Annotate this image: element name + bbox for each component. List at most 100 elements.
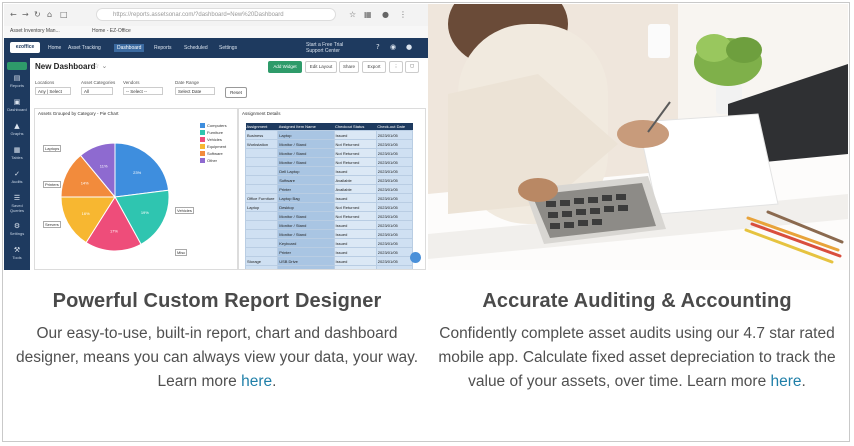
star-icon[interactable]: ☆ [349,10,356,20]
table-row[interactable]: Laptop Desktop Not Returned 2023/01/05 [244,202,414,212]
legend-item[interactable]: Computers [200,122,238,129]
table-row[interactable]: Monitor / Stand Not Returned 2023/01/05 [244,148,414,158]
bookmark-item[interactable]: Home - EZ-Office [92,28,131,34]
address-bar[interactable]: https://reports.assetsonar.com/?dashboar… [96,8,336,21]
table-cell: Monitor / Stand [277,139,335,149]
table-cell: Issued [333,238,377,248]
nav-tab[interactable]: Asset Tracking [68,44,101,52]
learn-more-link[interactable]: here [241,373,272,390]
chevron-down-icon[interactable]: ⌄ [102,62,108,70]
reload-icon[interactable]: ↻ [34,10,41,20]
learn-more-link[interactable]: here [771,373,802,390]
more-button[interactable]: ⋮ [389,61,403,73]
legend-swatch [200,158,205,163]
table-cell: Not Returned [333,148,377,158]
export-button[interactable]: Export [362,61,386,73]
help-icon[interactable]: ? [376,44,380,51]
sidebar-item[interactable]: ▲ Graphs [4,122,30,136]
table-row[interactable]: Business Laptop Issued 2023/01/05 [244,130,414,140]
table-row[interactable]: Monitor / Stand Issued 2023/01/05 [244,220,414,230]
nav-tab[interactable]: Scheduled [184,44,208,52]
favorite-icon[interactable]: ☆ [93,62,99,70]
column-header[interactable]: Checkout Status [334,123,377,131]
menu-icon[interactable]: ⋮ [399,10,407,20]
category-filter[interactable]: All [81,87,113,95]
forward-icon[interactable]: → [22,10,29,20]
table-cell: Issued [333,229,377,239]
app-logo[interactable]: ezoffice [10,42,40,53]
table-cell: Monitor / Stand [277,148,335,158]
table-cell: Monitor / Stand [277,229,335,239]
sidebar-item[interactable]: ⚙ Settings [4,222,30,236]
share-button[interactable]: Share [339,61,359,73]
photo-illustration [428,4,848,270]
date-filter[interactable]: Select Date [175,87,215,95]
table-cell: Not Returned [333,265,377,269]
edit-layout-button[interactable]: Edit Layout [305,61,337,73]
tab-icon[interactable]: □ [60,10,68,20]
nav-tab[interactable]: Home [48,44,61,52]
nav-tab[interactable]: Reports [154,44,172,52]
table-cell: Storage [244,256,279,266]
table-row[interactable]: Monitor / Stand Not Returned 2023/01/05 [244,211,414,221]
filter-label: Locations [35,80,55,85]
table-cell [244,238,279,248]
support-link[interactable]: Support Center [306,48,343,54]
table-row[interactable]: Printer Available 2023/01/05 [244,184,414,194]
table-row[interactable]: Software Available 2023/01/05 [244,175,414,185]
sidebar-item[interactable]: ▤ Reports [4,74,30,88]
slice-label: 11% [100,163,108,168]
feature-auditing: Accurate Auditing & Accounting Confident… [432,290,842,394]
sidebar-item[interactable]: ✓ Audits [4,170,30,184]
table-row[interactable]: Storage USB Drive Issued 2023/01/05 [244,256,414,266]
table-cell [244,184,279,194]
table-row[interactable]: Monitor / Stand Issued 2023/01/05 [244,229,414,239]
legend-item[interactable]: Software [200,150,238,157]
chat-button[interactable] [410,252,421,263]
nav-tab-active[interactable]: Dashboard [114,44,145,52]
table-row[interactable]: Monitor / Stand Not Returned 2023/01/05 [244,157,414,167]
nav-tab[interactable]: Settings [219,44,237,52]
vendor-filter[interactable]: -- Select -- [123,87,163,95]
legend-item[interactable]: Furniture [200,129,238,136]
column-header[interactable]: Check-out Date [376,123,413,131]
table-cell: Not Returned [333,202,377,212]
table-cell: 2023/01/05 [375,166,414,176]
legend-item[interactable]: Vehicles [200,136,238,143]
sidebar-item[interactable]: ⚒ Tools [4,246,30,260]
reset-button[interactable]: Reset [225,87,247,98]
legend-item[interactable]: Equipment [200,143,238,150]
home-icon[interactable]: ⌂ [47,10,52,20]
sidebar-item[interactable]: ☰ Saved Queries [4,194,30,213]
bell-icon[interactable]: ◉ [390,44,396,51]
filter-bar: Locations Any | Select Asset Categories … [35,80,425,102]
dashboard-main: New Dashboard ☆ ⌄ Add Widget Edit Layout… [30,58,428,270]
table-row[interactable]: Printer Issued 2023/01/05 [244,247,414,257]
legend-item[interactable]: Other [200,157,238,164]
back-icon[interactable]: ← [10,10,17,20]
table-row[interactable]: Dell Laptop Issued 2023/01/05 [244,166,414,176]
sidebar-item[interactable]: ▦ Tables [4,146,30,160]
fullscreen-icon[interactable]: ▢ [405,61,419,73]
table-cell: Keyboard [277,238,335,248]
table-cell: 2023/01/05 [375,229,414,239]
location-filter[interactable]: Any | Select [35,87,71,95]
column-header[interactable]: Assignment [245,123,278,131]
table-row[interactable]: Drive Not Returned 2023/01/05 [244,265,414,269]
table-cell: Monitor / Stand [277,211,335,221]
extensions-icon[interactable]: ▦ [364,10,372,20]
table-cell [244,148,279,158]
pie-slice[interactable] [114,142,170,198]
add-widget-button[interactable]: Add Widget [268,61,302,73]
table-cell [244,265,279,269]
sidebar-new-button[interactable] [7,62,27,70]
profile-icon[interactable]: ● [382,10,389,20]
dashboard-title: New Dashboard [35,62,96,71]
bookmark-item[interactable]: Asset Inventory Man... [10,28,60,34]
table-row[interactable]: Office Furniture Laptop Bag Issued 2023/01/… [244,193,414,203]
user-icon[interactable]: ● [406,44,412,51]
sidebar-item[interactable]: ▣ Dashboard [4,98,30,112]
column-header[interactable]: Assigned Item Name [277,123,335,131]
table-row[interactable]: Workstation Monitor / Stand Not Returned 20… [244,139,414,149]
table-row[interactable]: Keyboard Issued 2023/01/05 [244,238,414,248]
